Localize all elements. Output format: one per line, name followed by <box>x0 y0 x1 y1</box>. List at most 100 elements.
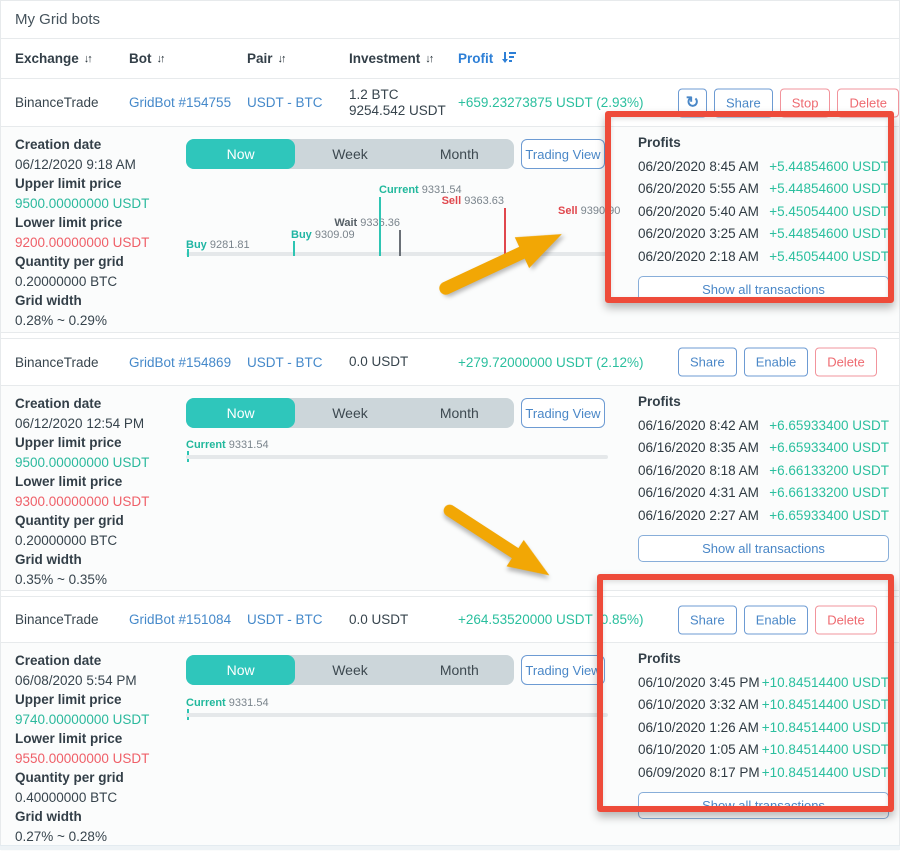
column-header-profit[interactable]: Profit <box>458 50 899 67</box>
wait-tick <box>399 230 401 256</box>
grid-price-chart: Buy 9281.81 Buy 9309.09 Wait 9336.36 Cur… <box>186 127 608 262</box>
sell-tick <box>504 208 506 256</box>
profit-date: 06/16/2020 8:35 AM <box>638 437 759 459</box>
bot-link[interactable]: GridBot #151084 <box>129 612 247 627</box>
bot-row: BinanceTrade GridBot #154755 USDT - BTC … <box>1 79 899 126</box>
investment-value: 0.0 USDT <box>349 612 458 628</box>
lower-limit-value: 9300.00000000 USDT <box>15 492 183 512</box>
enable-button[interactable]: Enable <box>744 348 808 377</box>
quantity-value: 0.20000000 BTC <box>15 272 183 292</box>
creation-date-label: Creation date <box>15 394 183 414</box>
delete-button[interactable]: Delete <box>815 605 877 634</box>
profit-date: 06/16/2020 2:27 AM <box>638 505 759 527</box>
chart-baseline <box>186 455 608 459</box>
sort-icon: ↓↑ <box>84 53 91 65</box>
profit-amount: +10.84514400 USDT <box>762 717 889 739</box>
creation-date-value: 06/08/2020 5:54 PM <box>15 671 183 691</box>
bot-link[interactable]: GridBot #154755 <box>129 95 247 110</box>
share-button[interactable]: Share <box>678 348 737 377</box>
profit-amount: +6.65933400 USDT <box>769 415 889 437</box>
quantity-value: 0.40000000 BTC <box>15 788 183 808</box>
bot-row: BinanceTrade GridBot #151084 USDT - BTC … <box>1 596 899 642</box>
upper-limit-value: 9500.00000000 USDT <box>15 453 183 473</box>
chart-baseline <box>186 252 608 256</box>
profit-row: 06/16/2020 8:18 AM+6.66133200 USDT <box>638 460 889 482</box>
row-actions: Share Enable Delete <box>678 348 877 377</box>
stop-button[interactable]: Stop <box>780 88 831 117</box>
profit-date: 06/20/2020 3:25 AM <box>638 223 759 245</box>
chart-marker-wait: Wait 9336.36 <box>316 217 400 229</box>
grid-price-chart: Current 9331.54 <box>186 386 608 521</box>
sort-icon: ↓↑ <box>278 53 285 65</box>
refresh-button[interactable]: ↻ <box>678 88 707 117</box>
grid-width-value: 0.28% ~ 0.29% <box>15 311 183 331</box>
pair-link[interactable]: USDT - BTC <box>247 612 349 627</box>
column-header-exchange[interactable]: Exchange ↓↑ <box>1 51 129 66</box>
creation-date-value: 06/12/2020 12:54 PM <box>15 414 183 434</box>
chart-baseline <box>186 713 608 717</box>
sort-icon: ↓↑ <box>157 53 164 65</box>
profits-panel: Profits 06/10/2020 3:45 PM+10.84514400 U… <box>638 651 889 819</box>
profit-amount: +5.44854600 USDT <box>769 178 889 200</box>
row-actions: Share Enable Delete <box>678 605 877 634</box>
profits-panel: Profits 06/20/2020 8:45 AM+5.44854600 US… <box>638 135 889 303</box>
creation-date-value: 06/12/2020 9:18 AM <box>15 155 183 175</box>
investment-value: 1.2 BTC 9254.542 USDT <box>349 87 458 119</box>
creation-date-label: Creation date <box>15 135 183 155</box>
chart-marker-current: Current 9331.54 <box>186 439 269 451</box>
pair-link[interactable]: USDT - BTC <box>247 95 349 110</box>
chart-marker-sell: Sell 9363.63 <box>424 195 504 207</box>
profit-amount: +6.65933400 USDT <box>769 437 889 459</box>
lower-limit-label: Lower limit price <box>15 472 183 492</box>
column-label: Profit <box>458 51 493 66</box>
show-all-transactions-button[interactable]: Show all transactions <box>638 792 889 819</box>
share-button[interactable]: Share <box>678 605 737 634</box>
profit-amount: +6.66133200 USDT <box>769 460 889 482</box>
profit-date: 06/10/2020 3:45 PM <box>638 672 760 694</box>
delete-button[interactable]: Delete <box>815 348 877 377</box>
creation-date-label: Creation date <box>15 651 183 671</box>
bot-detail-panel: Creation date 06/12/2020 12:54 PM Upper … <box>1 385 899 591</box>
bot-row: BinanceTrade GridBot #154869 USDT - BTC … <box>1 338 899 385</box>
delete-button[interactable]: Delete <box>837 88 899 117</box>
profits-title: Profits <box>638 394 889 410</box>
chart-marker-sell: Sell 9390.90 <box>558 205 620 217</box>
show-all-transactions-button[interactable]: Show all transactions <box>638 535 889 562</box>
exchange-name: BinanceTrade <box>1 612 129 627</box>
quantity-label: Quantity per grid <box>15 511 183 531</box>
upper-limit-label: Upper limit price <box>15 174 183 194</box>
profit-row: 06/16/2020 4:31 AM+6.66133200 USDT <box>638 482 889 504</box>
quantity-label: Quantity per grid <box>15 768 183 788</box>
share-button[interactable]: Share <box>714 88 773 117</box>
profit-amount: +5.44854600 USDT <box>769 156 889 178</box>
profit-date: 06/20/2020 2:18 AM <box>638 246 759 268</box>
column-header-pair[interactable]: Pair ↓↑ <box>247 51 349 66</box>
show-all-transactions-button[interactable]: Show all transactions <box>638 276 889 303</box>
page-bottom-strip <box>0 845 900 850</box>
profit-row: 06/10/2020 1:26 AM+10.84514400 USDT <box>638 717 889 739</box>
grid-price-chart: Current 9331.54 <box>186 643 608 778</box>
bot-info: Creation date 06/12/2020 9:18 AM Upper l… <box>15 135 183 330</box>
profit-amount: +5.45054400 USDT <box>769 201 889 223</box>
column-header-bot[interactable]: Bot ↓↑ <box>129 51 247 66</box>
bot-link[interactable]: GridBot #154869 <box>129 355 247 370</box>
column-header-investment[interactable]: Investment ↓↑ <box>349 51 458 66</box>
profit-amount: +10.84514400 USDT <box>762 739 889 761</box>
pair-link[interactable]: USDT - BTC <box>247 355 349 370</box>
bot-info: Creation date 06/12/2020 12:54 PM Upper … <box>15 394 183 589</box>
grid-width-value: 0.27% ~ 0.28% <box>15 827 183 847</box>
enable-button[interactable]: Enable <box>744 605 808 634</box>
exchange-name: BinanceTrade <box>1 95 129 110</box>
current-tick <box>379 197 381 256</box>
grid-width-value: 0.35% ~ 0.35% <box>15 570 183 590</box>
chart-marker-buy: Buy 9309.09 <box>291 229 355 241</box>
buy-tick <box>187 249 189 257</box>
lower-limit-value: 9550.00000000 USDT <box>15 749 183 769</box>
lower-limit-label: Lower limit price <box>15 729 183 749</box>
profit-row: 06/09/2020 8:17 PM+10.84514400 USDT <box>638 762 889 784</box>
sort-icon: ↓↑ <box>425 53 432 65</box>
profit-date: 06/20/2020 8:45 AM <box>638 156 759 178</box>
column-label: Bot <box>129 51 152 66</box>
upper-limit-value: 9500.00000000 USDT <box>15 194 183 214</box>
investment-value: 0.0 USDT <box>349 354 458 370</box>
